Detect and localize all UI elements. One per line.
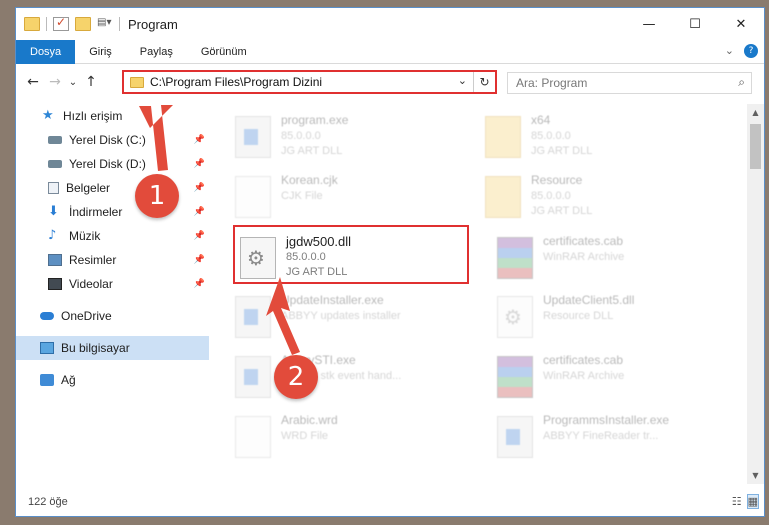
arrow-2 (266, 277, 300, 355)
arrow-1 (139, 105, 173, 171)
step-badge-2: 2 (274, 355, 318, 399)
annotation-arrows (139, 105, 300, 355)
step-badge-1: 1 (135, 174, 179, 218)
